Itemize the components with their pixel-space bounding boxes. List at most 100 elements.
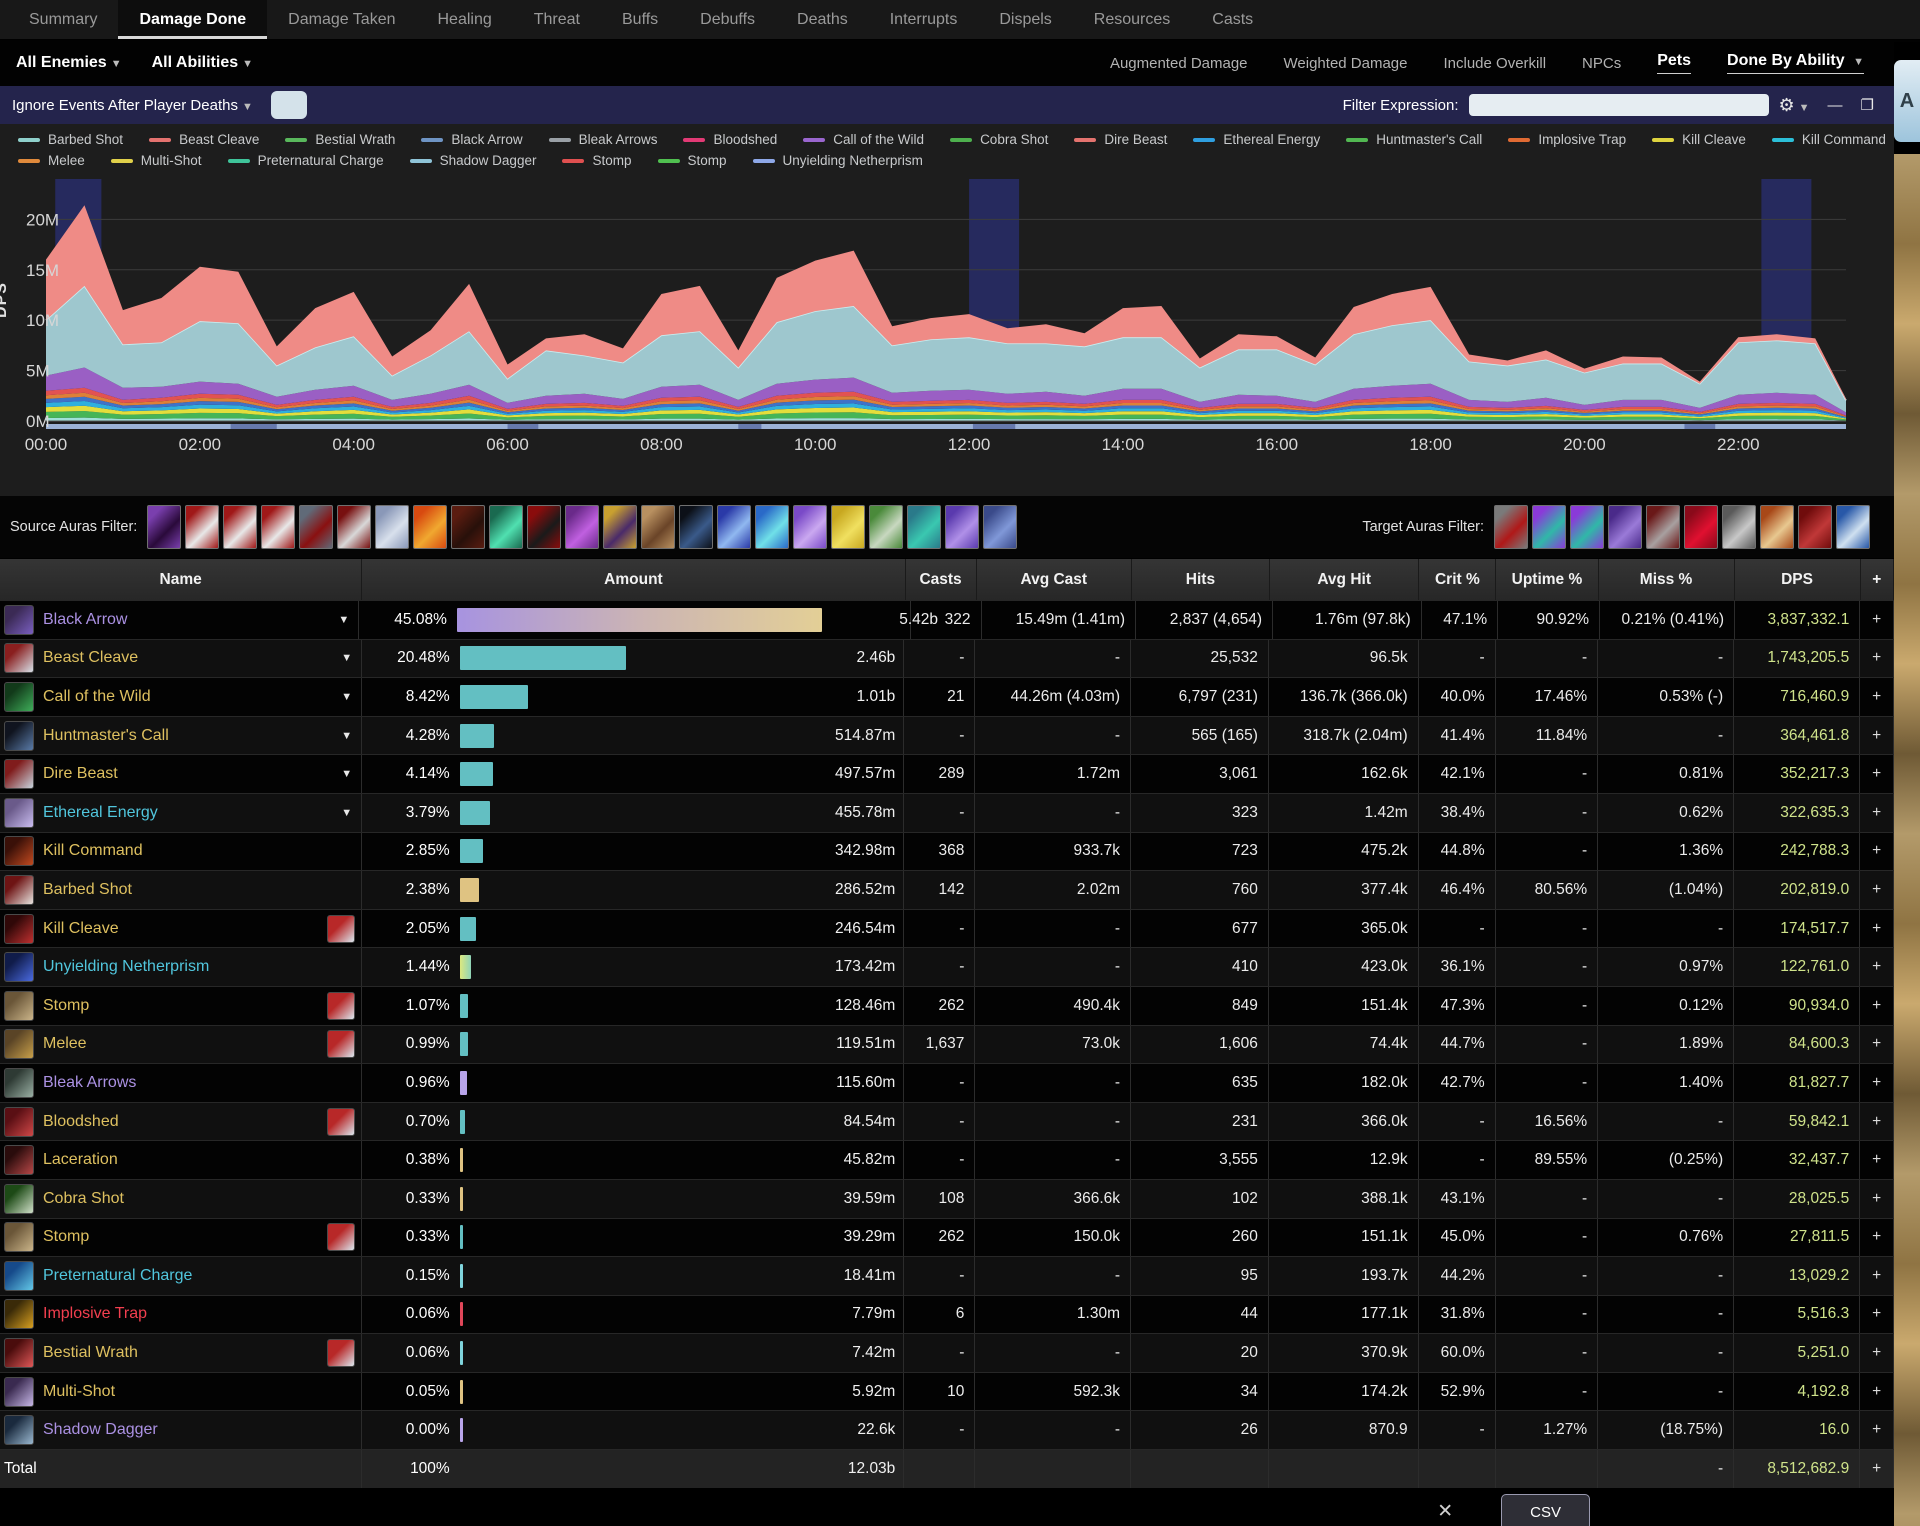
legend-item[interactable]: Unyielding Netherprism <box>753 153 923 168</box>
source-aura-icon[interactable] <box>337 505 371 549</box>
target-aura-icon[interactable] <box>1570 505 1604 549</box>
target-aura-icon[interactable] <box>1722 505 1756 549</box>
expand-row-arrow[interactable]: ▼ <box>339 652 355 664</box>
expand-row-arrow[interactable]: ▼ <box>339 691 355 703</box>
source-aura-icon[interactable] <box>299 505 333 549</box>
tab-dispels[interactable]: Dispels <box>978 0 1072 39</box>
table-row[interactable]: Stomp0.33%39.29m262150.0k260151.1k45.0%-… <box>0 1218 1894 1257</box>
column-header-casts[interactable]: Casts <box>906 559 977 600</box>
expand-row-button[interactable]: + <box>1860 794 1894 832</box>
legend-item[interactable]: Preternatural Charge <box>228 153 384 168</box>
target-aura-icon[interactable] <box>1836 505 1870 549</box>
source-aura-icon[interactable] <box>945 505 979 549</box>
expand-row-button[interactable]: + <box>1860 640 1894 678</box>
expand-row-button[interactable]: + <box>1860 601 1894 639</box>
legend-item[interactable]: Barbed Shot <box>18 132 123 147</box>
source-aura-icon[interactable] <box>413 505 447 549</box>
target-aura-icon[interactable] <box>1494 505 1528 549</box>
expand-row-button[interactable]: + <box>1860 1373 1894 1411</box>
column-header-amount[interactable]: Amount <box>362 559 905 600</box>
expand-row-button[interactable]: + <box>1860 871 1894 909</box>
table-row[interactable]: Call of the Wild▼8.42%1.01b2144.26m (4.0… <box>0 677 1894 716</box>
target-aura-icon[interactable] <box>1532 505 1566 549</box>
source-aura-icon[interactable] <box>147 505 181 549</box>
target-aura-icon[interactable] <box>1646 505 1680 549</box>
tab-damage-taken[interactable]: Damage Taken <box>267 0 416 39</box>
source-aura-icon[interactable] <box>755 505 789 549</box>
expand-row-button[interactable]: + <box>1860 1219 1894 1257</box>
all-abilities-dropdown[interactable]: All Abilities▼ <box>152 54 253 72</box>
table-row[interactable]: Unyielding Netherprism1.44%173.42m--4104… <box>0 947 1894 986</box>
table-row[interactable]: Preternatural Charge0.15%18.41m--95193.7… <box>0 1256 1894 1295</box>
column-header-avgcast[interactable]: Avg Cast <box>977 559 1133 600</box>
expand-row-button[interactable]: + <box>1860 1064 1894 1102</box>
legend-item[interactable]: Stomp <box>562 153 631 168</box>
total-expand-button[interactable]: + <box>1860 1450 1894 1488</box>
tab-summary[interactable]: Summary <box>8 0 118 39</box>
source-aura-icon[interactable] <box>717 505 751 549</box>
close-icon[interactable]: ✕ <box>1437 1500 1453 1523</box>
gear-icon[interactable]: ⚙▼ <box>1779 95 1810 116</box>
source-aura-icon[interactable] <box>603 505 637 549</box>
tab-casts[interactable]: Casts <box>1191 0 1274 39</box>
expand-row-arrow[interactable]: ▼ <box>336 614 352 626</box>
table-row[interactable]: Multi-Shot0.05%5.92m10592.3k34174.2k52.9… <box>0 1372 1894 1411</box>
source-aura-icon[interactable] <box>831 505 865 549</box>
toggle-pets[interactable]: Pets <box>1657 52 1691 74</box>
expand-row-button[interactable]: + <box>1860 987 1894 1025</box>
maximize-icon[interactable]: ❐ <box>1861 96 1874 114</box>
toggle-done-by-ability[interactable]: Done By Ability ▼ <box>1727 52 1864 74</box>
dps-chart[interactable]: 0M5M10M15M20M00:0002:0004:0006:0008:0010… <box>0 171 1884 457</box>
expand-row-button[interactable]: + <box>1860 755 1894 793</box>
toggle-weighted-damage[interactable]: Weighted Damage <box>1284 55 1408 72</box>
target-aura-icon[interactable] <box>1798 505 1832 549</box>
target-aura-icon[interactable] <box>1684 505 1718 549</box>
table-row[interactable]: Melee0.99%119.51m1,63773.0k1,60674.4k44.… <box>0 1025 1894 1064</box>
source-aura-icon[interactable] <box>907 505 941 549</box>
legend-item[interactable]: Implosive Trap <box>1508 132 1626 147</box>
source-aura-icon[interactable] <box>261 505 295 549</box>
column-header-crit[interactable]: Crit % <box>1419 559 1496 600</box>
expand-row-button[interactable]: + <box>1860 1180 1894 1218</box>
table-row[interactable]: Bloodshed0.70%84.54m--231366.0k-16.56%-5… <box>0 1102 1894 1141</box>
table-row[interactable]: Bestial Wrath0.06%7.42m--20370.9k60.0%--… <box>0 1333 1894 1372</box>
tab-deaths[interactable]: Deaths <box>776 0 869 39</box>
expand-row-button[interactable]: + <box>1860 717 1894 755</box>
source-aura-icon[interactable] <box>223 505 257 549</box>
table-row[interactable]: Dire Beast▼4.14%497.57m2891.72m3,061162.… <box>0 754 1894 793</box>
table-row[interactable]: Black Arrow▼45.08%5.42b32215.49m (1.41m)… <box>0 600 1894 639</box>
column-header-miss[interactable]: Miss % <box>1599 559 1735 600</box>
table-row[interactable]: Barbed Shot2.38%286.52m1422.02m760377.4k… <box>0 870 1894 909</box>
table-row[interactable]: Implosive Trap0.06%7.79m61.30m44177.1k31… <box>0 1295 1894 1334</box>
expand-row-button[interactable]: + <box>1860 1334 1894 1372</box>
expand-row-button[interactable]: + <box>1860 1103 1894 1141</box>
expand-row-button[interactable]: + <box>1860 1411 1894 1449</box>
column-header-name[interactable]: Name <box>0 559 362 600</box>
legend-item[interactable]: Call of the Wild <box>803 132 924 147</box>
filter-expression-input[interactable] <box>1469 94 1769 116</box>
expand-row-button[interactable]: + <box>1860 1296 1894 1334</box>
target-aura-icon[interactable] <box>1760 505 1794 549</box>
table-row[interactable]: Laceration0.38%45.82m--3,55512.9k-89.55%… <box>0 1140 1894 1179</box>
toggle-npcs[interactable]: NPCs <box>1582 55 1621 72</box>
table-row[interactable]: Shadow Dagger0.00%22.6k--26870.9-1.27%(1… <box>0 1410 1894 1449</box>
toggle-augmented-damage[interactable]: Augmented Damage <box>1110 55 1248 72</box>
column-header-hits[interactable]: Hits <box>1132 559 1270 600</box>
source-aura-icon[interactable] <box>793 505 827 549</box>
table-row[interactable]: Kill Cleave2.05%246.54m--677365.0k---174… <box>0 909 1894 948</box>
source-aura-icon[interactable] <box>375 505 409 549</box>
expand-row-arrow[interactable]: ▼ <box>339 730 355 742</box>
edge-panel-tab[interactable]: A <box>1894 60 1920 142</box>
legend-item[interactable]: Bestial Wrath <box>285 132 395 147</box>
source-aura-icon[interactable] <box>565 505 599 549</box>
column-header-uptime[interactable]: Uptime % <box>1496 559 1598 600</box>
tab-threat[interactable]: Threat <box>513 0 601 39</box>
source-aura-icon[interactable] <box>527 505 561 549</box>
expand-row-button[interactable]: + <box>1860 678 1894 716</box>
legend-item[interactable]: Ethereal Energy <box>1193 132 1320 147</box>
column-header-dps[interactable]: DPS <box>1735 559 1861 600</box>
table-row[interactable]: Huntmaster's Call▼4.28%514.87m--565 (165… <box>0 716 1894 755</box>
column-header-avghit[interactable]: Avg Hit <box>1270 559 1420 600</box>
legend-item[interactable]: Kill Command <box>1772 132 1886 147</box>
ignore-deaths-checkbox[interactable] <box>271 91 307 119</box>
